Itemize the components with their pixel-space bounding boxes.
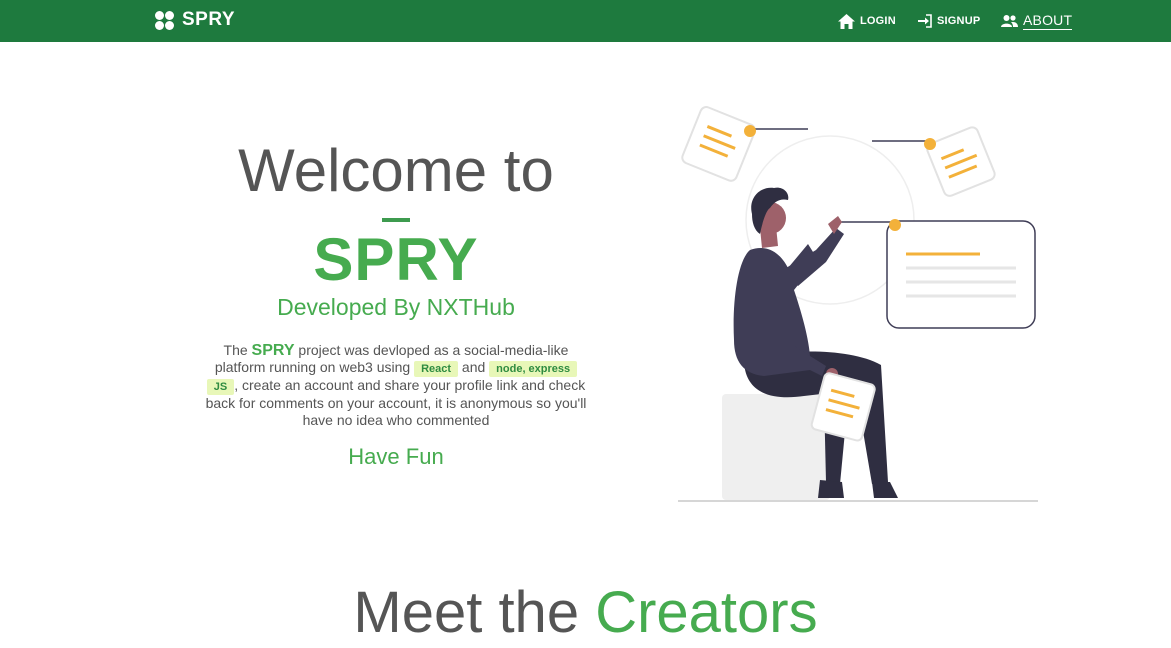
nav-signup-link[interactable]: SIGNUP xyxy=(918,11,980,31)
document-card-top-right xyxy=(926,126,996,197)
document-card-top-left xyxy=(681,106,756,182)
creators-heading: Meet the Creators xyxy=(0,578,1171,648)
nav-about-link[interactable]: ABOUT xyxy=(1001,11,1073,31)
welcome-heading: Welcome to xyxy=(238,137,554,204)
info-card xyxy=(886,220,1036,329)
title-divider xyxy=(382,218,410,222)
closing-text: Have Fun xyxy=(348,444,444,469)
brand-logo-link[interactable]: SPRY xyxy=(155,9,235,31)
desc-brand: SPRY xyxy=(251,342,295,359)
hero-illustration xyxy=(678,106,1038,502)
tech-tag-js: JS xyxy=(206,379,235,395)
flower-clover-icon xyxy=(155,10,174,30)
nav-about-label: ABOUT xyxy=(1023,12,1073,30)
developer-credit: Developed By NXTHub xyxy=(277,294,515,320)
nav-login-link[interactable]: LOGIN xyxy=(838,11,896,31)
top-navbar: SPRY LOGIN SIGNUP ABOUT xyxy=(0,0,1171,42)
hero-section: Welcome to SPRY Developed By NXTHub The … xyxy=(195,138,597,471)
users-icon xyxy=(1001,15,1018,27)
desc-text-1: The xyxy=(223,342,252,358)
tech-tag-react: React xyxy=(414,361,459,377)
sign-in-icon xyxy=(918,14,932,28)
desc-text-4: , create an account and share your profi… xyxy=(205,377,587,428)
desc-text-3: and xyxy=(458,359,490,375)
seat-box xyxy=(722,394,830,500)
tech-tag-node-express: node, express xyxy=(489,361,578,377)
home-icon xyxy=(838,13,855,29)
nav-login-label: LOGIN xyxy=(860,15,896,27)
project-description: The SPRY project was devloped as a socia… xyxy=(201,342,591,429)
nav-signup-label: SIGNUP xyxy=(937,15,981,27)
creators-heading-part1: Meet the xyxy=(353,580,596,645)
brand-name: SPRY xyxy=(182,9,236,30)
creators-heading-accent: Creators xyxy=(595,580,818,645)
app-title: SPRY xyxy=(313,226,479,293)
